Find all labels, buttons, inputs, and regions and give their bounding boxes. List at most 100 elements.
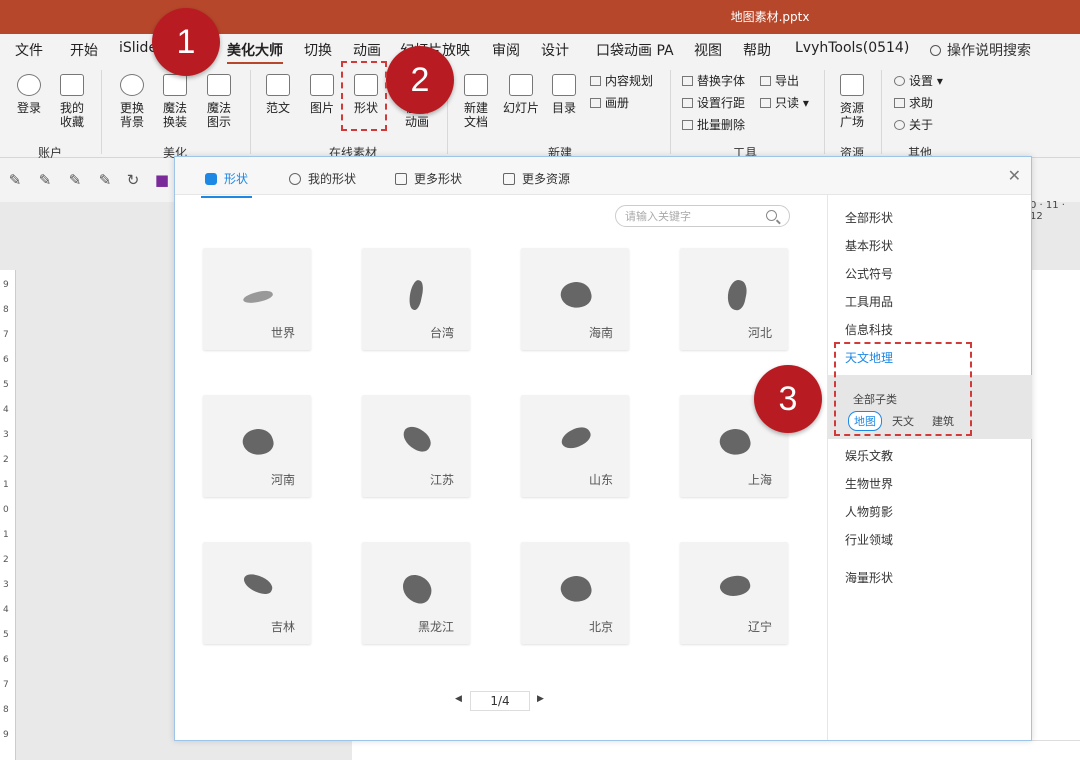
heart-folder-icon xyxy=(60,74,84,96)
settings-button[interactable]: 设置 ▾ xyxy=(894,72,943,89)
category-biology[interactable]: 生物世界 xyxy=(845,475,893,492)
previous-page-icon[interactable]: ◀ xyxy=(455,694,462,704)
dialog-tab-more-shapes[interactable]: 更多形状 xyxy=(395,170,462,187)
category-industry[interactable]: 行业领域 xyxy=(845,531,893,548)
content-plan-label: 内容规划 xyxy=(605,74,654,88)
picture-label: 图片 xyxy=(309,101,334,115)
slide-canvas[interactable] xyxy=(1030,270,1080,760)
resource-plaza-button[interactable]: 资源 广场 xyxy=(832,68,872,129)
step-badge-1: 1 xyxy=(152,8,220,76)
batch-delete-button[interactable]: 批量删除 xyxy=(682,116,745,133)
eyedropper-icon[interactable]: ✎ xyxy=(67,172,83,188)
heilongjiang-map-icon xyxy=(397,570,437,608)
category-massive-shapes[interactable]: 海量形状 xyxy=(845,569,893,586)
ruler-number: 6 xyxy=(3,655,9,665)
shape-card-world[interactable]: 世界 xyxy=(203,248,311,350)
shape-card-label: 黑龙江 xyxy=(417,620,454,634)
ruler-number: 3 xyxy=(3,430,9,440)
about-button[interactable]: 关于 xyxy=(894,116,933,133)
help-label: 求助 xyxy=(909,96,934,110)
next-page-icon[interactable]: ▶ xyxy=(537,694,544,704)
ruler-number: 5 xyxy=(3,630,9,640)
eyedropper-icon[interactable]: ✎ xyxy=(97,172,113,188)
tell-me-search[interactable]: 操作说明搜索 xyxy=(930,40,1031,60)
slides-button[interactable]: 幻灯片 xyxy=(499,68,543,115)
export-button[interactable]: 导出 xyxy=(760,72,799,89)
jilin-map-icon xyxy=(241,571,275,597)
favorites-button[interactable]: 我的 收藏 xyxy=(52,68,92,129)
album-button[interactable]: 画册 xyxy=(590,94,629,111)
category-all-shapes[interactable]: 全部形状 xyxy=(845,209,893,226)
dialog-tab-more-resources[interactable]: 更多资源 xyxy=(503,170,570,187)
shape-card-beijing[interactable]: 北京 xyxy=(521,542,629,644)
picture-button[interactable]: 图片 xyxy=(302,68,342,115)
tab-animations[interactable]: 动画 xyxy=(353,40,381,60)
ruler-number: 4 xyxy=(3,605,9,615)
hebei-map-icon xyxy=(725,278,749,312)
liaoning-map-icon xyxy=(717,572,753,600)
shape-card-label: 上海 xyxy=(747,473,772,487)
tab-review[interactable]: 审阅 xyxy=(492,40,520,60)
new-document-button[interactable]: 新建 文档 xyxy=(456,68,496,129)
replace-font-button[interactable]: 替换字体 xyxy=(682,72,745,89)
magic-diagram-button[interactable]: 魔法 图示 xyxy=(199,68,239,129)
shape-search-input[interactable] xyxy=(625,209,755,224)
category-basic-shapes[interactable]: 基本形状 xyxy=(845,237,893,254)
shape-card-label: 吉林 xyxy=(270,620,295,634)
step-badge-3: 3 xyxy=(754,365,822,433)
highlight-map-category xyxy=(834,342,972,436)
close-icon[interactable]: ✕ xyxy=(1008,166,1021,185)
toc-button[interactable]: 目录 xyxy=(544,68,584,115)
shape-card-label: 北京 xyxy=(588,620,613,634)
shape-card-shandong[interactable]: 山东 xyxy=(521,395,629,497)
readonly-button[interactable]: 只读 ▾ xyxy=(760,94,809,111)
shape-card-taiwan[interactable]: 台湾 xyxy=(362,248,470,350)
format-painter-icon[interactable]: ✎ xyxy=(7,172,23,188)
login-label: 登录 xyxy=(16,101,41,115)
dialog-tab-shapes[interactable]: 形状 xyxy=(200,170,253,198)
tab-file[interactable]: 文件 xyxy=(15,40,43,60)
search-icon[interactable] xyxy=(766,210,777,221)
category-entertainment-education[interactable]: 娱乐文教 xyxy=(845,447,893,464)
tab-pocket-animation[interactable]: 口袋动画 PA xyxy=(596,40,674,60)
template-button[interactable]: 范文 xyxy=(258,68,298,115)
slide-icon xyxy=(509,74,533,96)
category-tools[interactable]: 工具用品 xyxy=(845,293,893,310)
shape-card-jiangsu[interactable]: 江苏 xyxy=(362,395,470,497)
shape-card-hebei[interactable]: 河北 xyxy=(680,248,788,350)
line-spacing-button[interactable]: 设置行距 xyxy=(682,94,745,111)
shape-card-jilin[interactable]: 吉林 xyxy=(203,542,311,644)
shape-search-box[interactable] xyxy=(615,205,790,227)
category-silhouettes[interactable]: 人物剪影 xyxy=(845,503,893,520)
refresh-icon xyxy=(120,74,144,96)
tab-design[interactable]: 设计 xyxy=(541,40,569,60)
replace-background-button[interactable]: 更换 背景 xyxy=(112,68,152,129)
content-plan-button[interactable]: 内容规划 xyxy=(590,72,653,89)
shape-card-heilongjiang[interactable]: 黑龙江 xyxy=(362,542,470,644)
category-it[interactable]: 信息科技 xyxy=(845,321,893,338)
ruler-number: 7 xyxy=(3,330,9,340)
shape-card-henan[interactable]: 河南 xyxy=(203,395,311,497)
shape-card-label: 辽宁 xyxy=(747,620,772,634)
tab-transitions[interactable]: 切换 xyxy=(304,40,332,60)
shape-card-label: 河北 xyxy=(747,326,772,340)
shape-card-hainan[interactable]: 海南 xyxy=(521,248,629,350)
login-button[interactable]: 登录 xyxy=(9,68,49,115)
category-formula-symbols[interactable]: 公式符号 xyxy=(845,265,893,282)
tab-beautify-master[interactable]: 美化大师 xyxy=(227,40,283,65)
eyedropper-icon[interactable]: ✎ xyxy=(37,172,53,188)
magic-change-button[interactable]: 魔法 换装 xyxy=(155,68,195,129)
magic-change-label: 魔法 换装 xyxy=(162,101,187,129)
slides-label: 幻灯片 xyxy=(502,101,539,115)
redo-icon[interactable]: ↻ xyxy=(125,172,141,188)
tab-view[interactable]: 视图 xyxy=(694,40,722,60)
tab-lvyhtools[interactable]: LvyhTools(0514) xyxy=(795,40,909,56)
ruler-number: 9 xyxy=(3,730,9,740)
help-button[interactable]: 求助 xyxy=(894,94,933,111)
save-icon[interactable]: ■ xyxy=(154,172,170,188)
dialog-tab-my-shapes[interactable]: 我的形状 xyxy=(289,170,356,187)
page-indicator[interactable]: 1/4 xyxy=(470,691,530,711)
shape-card-liaoning[interactable]: 辽宁 xyxy=(680,542,788,644)
tab-home[interactable]: 开始 xyxy=(70,40,98,60)
tab-help[interactable]: 帮助 xyxy=(743,40,771,60)
